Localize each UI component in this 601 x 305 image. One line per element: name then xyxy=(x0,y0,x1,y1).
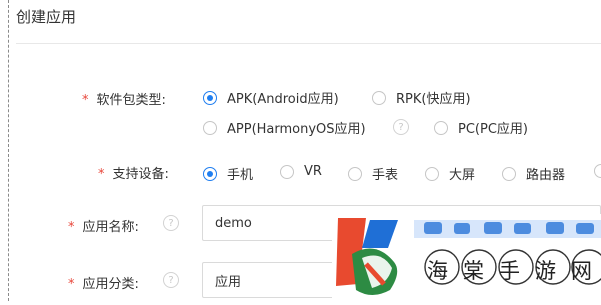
required-mark: * xyxy=(98,167,105,182)
radio-circle xyxy=(502,166,516,181)
radio-apk[interactable]: APK(Android应用) xyxy=(203,88,339,107)
radio-rpk[interactable]: RPK(快应用) xyxy=(372,88,471,107)
radio-rpk-label: RPK(快应用) xyxy=(396,92,471,107)
radio-device-router[interactable]: 路由器 xyxy=(502,164,565,183)
radio-circle xyxy=(434,120,448,135)
radio-device-more[interactable] xyxy=(594,164,601,178)
watermark-text: 海棠手游网 xyxy=(427,259,601,283)
radio-device-vr-label: VR xyxy=(304,164,322,179)
radio-pc-label: PC(PC应用) xyxy=(458,122,528,137)
radio-circle xyxy=(203,166,217,181)
app-category-label: * 应用分类: xyxy=(68,273,139,292)
radio-circle xyxy=(372,90,386,105)
radio-app-harmonyos-label: APP(HarmonyOS应用) xyxy=(227,122,366,137)
radio-circle xyxy=(594,164,601,178)
radio-device-watch[interactable]: 手表 xyxy=(348,164,398,183)
app-category-value: 应用 xyxy=(215,274,242,290)
radio-device-phone-label: 手机 xyxy=(227,168,254,183)
radio-circle xyxy=(348,166,362,181)
required-mark: * xyxy=(68,277,75,292)
app-name-value: demo xyxy=(215,215,252,231)
package-type-label-text: 软件包类型: xyxy=(96,93,166,108)
help-icon[interactable]: ? xyxy=(163,272,179,288)
app-name-label: * 应用名称: xyxy=(68,216,139,235)
radio-device-tv[interactable]: 大屏 xyxy=(425,164,475,183)
radio-apk-label: APK(Android应用) xyxy=(227,92,339,107)
radio-circle xyxy=(425,166,439,181)
app-category-label-text: 应用分类: xyxy=(82,277,139,292)
radio-device-watch-label: 手表 xyxy=(372,168,399,183)
app-name-label-text: 应用名称: xyxy=(82,220,139,235)
radio-device-phone[interactable]: 手机 xyxy=(203,164,253,183)
radio-device-tv-label: 大屏 xyxy=(449,168,476,183)
watermark: 海棠手游网 xyxy=(332,214,601,301)
help-icon[interactable]: ? xyxy=(163,215,179,231)
radio-circle xyxy=(280,164,294,179)
package-type-label: * 软件包类型: xyxy=(82,89,166,108)
radio-circle xyxy=(203,120,217,135)
radio-app-harmonyos[interactable]: APP(HarmonyOS应用) xyxy=(203,118,366,137)
required-mark: * xyxy=(68,220,75,235)
radio-pc[interactable]: PC(PC应用) xyxy=(434,118,528,137)
title-divider xyxy=(16,43,601,44)
radio-device-vr[interactable]: VR xyxy=(280,164,322,179)
panel-title: 创建应用 xyxy=(16,8,77,26)
devices-label-text: 支持设备: xyxy=(112,167,169,182)
panel-left-border xyxy=(8,0,9,301)
devices-label: * 支持设备: xyxy=(98,163,169,182)
required-mark: * xyxy=(82,93,89,108)
radio-circle xyxy=(203,90,217,105)
radio-device-router-label: 路由器 xyxy=(526,168,566,183)
help-icon[interactable]: ? xyxy=(393,119,409,135)
